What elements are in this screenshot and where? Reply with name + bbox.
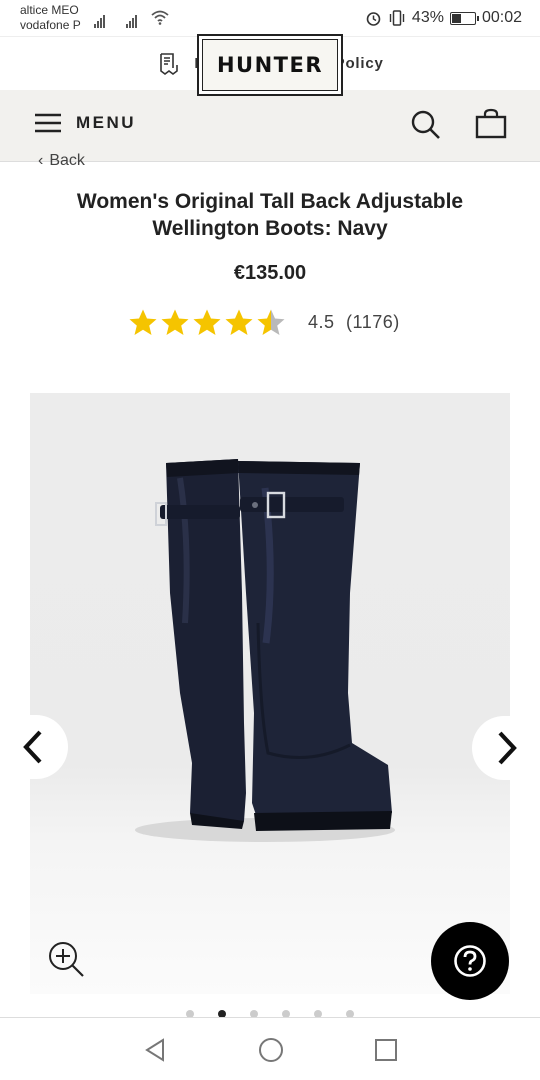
battery-icon [449, 11, 479, 25]
receipt-icon [160, 52, 179, 75]
product-image[interactable] [30, 393, 510, 994]
star-icon [193, 309, 221, 335]
logo-text: HUNTER [216, 53, 324, 77]
product-rating[interactable]: 4.5 (1176) [128, 308, 400, 337]
status-bar: altice MEO vodafone P 43% 00:02 [0, 0, 540, 36]
rating-value: 4.5 [308, 312, 335, 332]
system-nav-bar [0, 1017, 540, 1080]
menu-label: MENU [76, 113, 137, 132]
battery-level [451, 13, 461, 23]
signal-icon [94, 10, 106, 28]
product-title: Women's Original Tall Back Adjustable We… [76, 190, 464, 240]
signal-icon [126, 10, 138, 28]
carrier-2: vodafone P [20, 18, 81, 32]
shopping-bag-icon[interactable] [474, 108, 508, 140]
zoom-in-icon[interactable] [47, 940, 85, 978]
next-image-button[interactable] [472, 716, 540, 780]
hamburger-icon [35, 113, 61, 133]
star-icon [225, 309, 253, 335]
star-icon [129, 309, 157, 335]
wifi-icon [151, 10, 169, 25]
carrier-names: altice MEO vodafone P [20, 3, 81, 33]
chevron-left-icon [23, 730, 42, 764]
previous-image-button[interactable] [0, 715, 68, 779]
back-link[interactable]: ‹ Back [38, 152, 85, 170]
battery-percent: 43% [411, 9, 444, 26]
star-icon [161, 309, 189, 335]
back-label: Back [49, 152, 85, 169]
star-icon [257, 309, 285, 335]
rating-stars [128, 308, 286, 337]
product-price: €135.00 [233, 262, 307, 284]
help-button[interactable] [431, 922, 509, 1000]
nav-back-icon[interactable] [143, 1037, 167, 1063]
vibrate-icon [389, 10, 405, 26]
hunter-logo[interactable]: HUNTER [197, 34, 343, 96]
nav-home-icon[interactable] [258, 1037, 284, 1063]
question-icon [454, 945, 486, 977]
menu-button[interactable]: MENU [34, 112, 136, 134]
chevron-left-icon: ‹ [38, 152, 44, 169]
review-count: (1176) [346, 312, 400, 332]
rating-summary: 4.5 (1176) [308, 312, 400, 333]
search-icon[interactable] [410, 109, 442, 141]
alarm-icon [366, 11, 381, 26]
carrier-1: altice MEO [20, 3, 79, 17]
nav-recents-icon[interactable] [374, 1038, 398, 1062]
clock: 00:02 [481, 9, 522, 26]
boots-image [135, 459, 395, 842]
chevron-right-icon [498, 731, 517, 765]
